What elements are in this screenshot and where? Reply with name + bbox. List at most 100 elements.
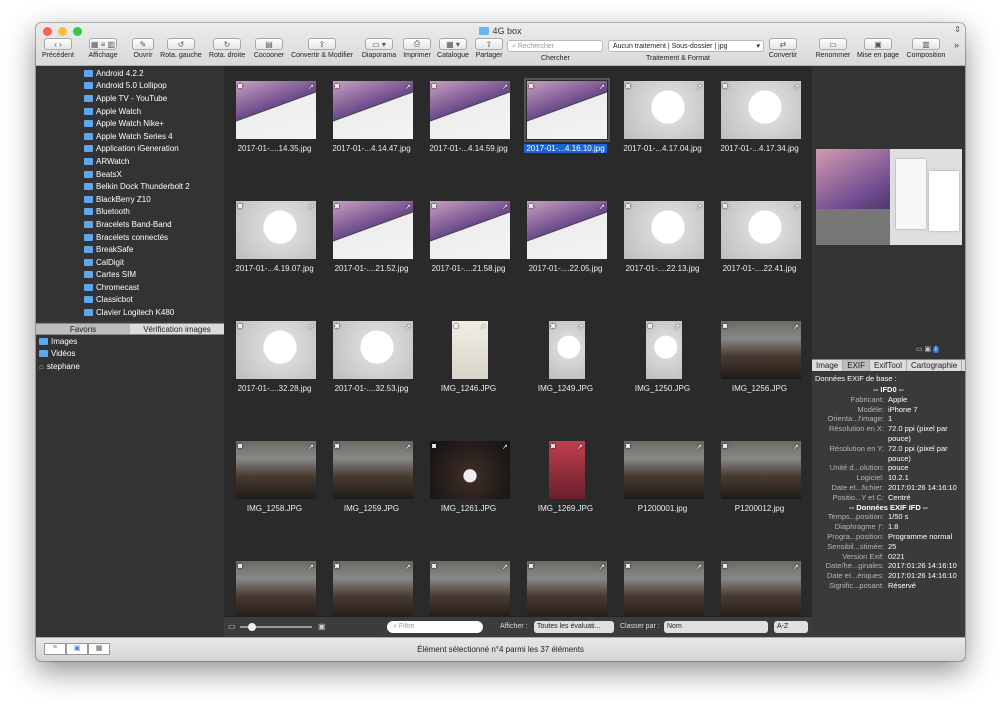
thumbnail-image[interactable] — [721, 201, 801, 259]
thumbnail-item[interactable]: ◙ ↗ P1200012.jpg — [711, 428, 808, 548]
thumbnail-item[interactable]: ◙ ↗ 2017-01-....22.13.jpg — [614, 188, 711, 308]
toolbar-icon[interactable]: ⇧ — [475, 38, 503, 50]
thumbnail-image[interactable] — [430, 441, 510, 499]
folder-item[interactable]: Android 5.0 Lollipop — [36, 80, 224, 93]
thumbnail-image[interactable] — [333, 561, 413, 616]
thumbnail-item[interactable]: ◙ ↗ 2017-01-....21.52.jpg — [323, 188, 420, 308]
folder-item[interactable]: Bracelets Band-Band — [36, 218, 224, 231]
tab-verification-images[interactable]: Vérification images — [130, 324, 224, 334]
folder-item[interactable]: Apple Watch Nike+ — [36, 117, 224, 130]
toolbar-item-3[interactable]: ↺ Rota. gauche — [160, 38, 202, 59]
toolbar-icon[interactable]: ✎ — [132, 38, 154, 50]
folder-item[interactable]: Classicbot — [36, 294, 224, 307]
zoom-slider-knob[interactable] — [248, 623, 256, 631]
toolbar-item-8[interactable]: ⎙ Imprimer — [402, 38, 432, 59]
thumbnail-image[interactable] — [624, 201, 704, 259]
thumbnail-image[interactable] — [624, 441, 704, 499]
tab-favoris[interactable]: Favoris — [36, 324, 130, 334]
toolbar-icon[interactable]: ▥ — [912, 38, 940, 50]
toolbar-icon[interactable]: ⇄ — [769, 38, 797, 50]
toolbar-item-2[interactable]: ✎ Ouvrir — [132, 38, 154, 59]
folder-item[interactable]: Bluetooth — [36, 206, 224, 219]
thumbnail-item[interactable]: ◙ ↗ IMG_1269.JPG — [517, 428, 614, 548]
small-thumb-icon[interactable]: ▭ — [228, 622, 236, 631]
thumbnail-item[interactable]: ◙ ↗ — [517, 548, 614, 616]
toolbar-item-6[interactable]: ⇪ Convertir & Modifier — [288, 38, 356, 59]
toolbar-item-4[interactable]: ↻ Rota. droite — [207, 38, 247, 59]
toolbar-item-14[interactable]: ▥ Composition — [905, 38, 947, 59]
toolbar-icon[interactable]: ‹ › — [44, 38, 72, 50]
overflow-chevron-icon[interactable]: » — [954, 40, 959, 50]
thumbnail-image[interactable] — [721, 441, 801, 499]
thumbnail-item[interactable]: ◙ ↗ 2017-01-...4.17.04.jpg — [614, 68, 711, 188]
thumbnail-item[interactable]: ◙ ↗ 2017-01-...4.19.07.jpg — [226, 188, 323, 308]
large-thumb-icon[interactable]: ▣ — [318, 622, 326, 631]
thumbnail-item[interactable]: ◙ ↗ — [711, 548, 808, 616]
info-icons[interactable]: ▭ ▣ i — [916, 345, 939, 353]
thumbnail-image[interactable] — [333, 201, 413, 259]
thumbnail-image[interactable] — [430, 81, 510, 139]
thumbnail-item[interactable]: ◙ ↗ — [226, 548, 323, 616]
folder-item[interactable]: Comparatif gestionnaire de fenêtres — [36, 319, 224, 322]
thumbnail-item[interactable]: ◙ ↗ 2017-01-....32.53.jpg — [323, 308, 420, 428]
folder-item[interactable]: BlackBerry Z10 — [36, 193, 224, 206]
thumbnail-item[interactable]: ◙ ↗ 2017-01-...4.17.34.jpg — [711, 68, 808, 188]
favorite-item[interactable]: Images — [36, 335, 224, 348]
folder-item[interactable]: BeatsX — [36, 168, 224, 181]
tab-exiftool[interactable]: ExifTool — [870, 360, 908, 371]
folder-item[interactable]: Bracelets connectés — [36, 231, 224, 244]
thumbnail-image[interactable] — [527, 201, 607, 259]
toolbar-item-10[interactable]: ⇧ Partager — [473, 38, 505, 59]
toolbar-icon[interactable]: ↺ — [167, 38, 195, 50]
toolbar-icon[interactable]: ▣ — [864, 38, 892, 50]
thumbnail-image[interactable] — [430, 201, 510, 259]
thumbnail-item[interactable]: ◙ ↗ IMG_1246.JPG — [420, 308, 517, 428]
search-input[interactable]: ⌕ Rechercher — [507, 40, 603, 52]
folder-item[interactable]: Clavier Logitech K480 — [36, 306, 224, 319]
thumbnail-image[interactable] — [236, 321, 316, 379]
toolbar-item-1[interactable]: ▦ ≡ ▥ Affichage — [80, 38, 126, 59]
thumbnail-image[interactable] — [527, 561, 607, 616]
toolbar-icon[interactable]: ▦ ▾ — [439, 38, 467, 50]
toolbar-icon[interactable]: ▭ — [819, 38, 847, 50]
toolbar-item-9[interactable]: ▦ ▾ Catalogue — [436, 38, 470, 59]
thumbnail-item[interactable]: ◙ ↗ P1200001.jpg — [614, 428, 711, 548]
zoom-slider[interactable] — [240, 623, 312, 631]
order-select[interactable]: A-Z — [774, 621, 808, 633]
thumbnail-item[interactable]: ◙ ↗ IMG_1250.JPG — [614, 308, 711, 428]
folder-item[interactable]: Apple Watch — [36, 105, 224, 118]
tab-image[interactable]: Image — [812, 360, 844, 371]
thumbnail-item[interactable]: ◙ ↗ 2017-01-...4.14.59.jpg — [420, 68, 517, 188]
thumbnail-image[interactable] — [721, 321, 801, 379]
folder-item[interactable]: BreakSafe — [36, 243, 224, 256]
thumbnail-image[interactable] — [236, 561, 316, 616]
folder-item[interactable]: Apple TV - YouTube — [36, 92, 224, 105]
toolbar-item-5[interactable]: ▤ Cocooner — [252, 38, 286, 59]
thumbnail-image[interactable] — [236, 81, 316, 139]
folder-item[interactable]: Cartes SIM — [36, 269, 224, 282]
toolbar-icon[interactable]: ⇪ — [308, 38, 336, 50]
toolbar-item-12[interactable]: ▭ Renommer — [815, 38, 851, 59]
thumbnail-item[interactable]: ◙ ↗ 2017-01-....21.58.jpg — [420, 188, 517, 308]
toolbar-item-7[interactable]: ▭ ▾ Diaporama — [361, 38, 397, 59]
thumbnail-item[interactable]: ◙ ↗ 2017-01-....22.41.jpg — [711, 188, 808, 308]
toolbar-icon[interactable]: ▭ ▾ — [365, 38, 393, 50]
show-select[interactable]: Toutes les évaluati... — [534, 621, 614, 633]
thumbnail-image[interactable] — [624, 561, 704, 616]
folder-item[interactable]: ARWatch — [36, 155, 224, 168]
tab-cartographie[interactable]: Cartographie — [907, 360, 963, 371]
toolbar-item-0[interactable]: ‹ › Précédent — [40, 38, 76, 59]
folder-item[interactable]: Application iGeneration — [36, 143, 224, 156]
thumbnail-image[interactable] — [624, 81, 704, 139]
favorite-item[interactable]: ⌂ stephane — [36, 360, 224, 373]
thumbnail-image[interactable] — [721, 81, 801, 139]
thumbnail-image[interactable] — [721, 561, 801, 616]
thumbnail-item[interactable]: ◙ ↗ 2017-01-....32.28.jpg — [226, 308, 323, 428]
folder-item[interactable]: Android 4.2.2 — [36, 67, 224, 80]
sort-select[interactable]: Nom — [664, 621, 768, 633]
toolbar-item-13[interactable]: ▣ Mise en page — [856, 38, 900, 59]
toolbar-icon[interactable]: ↻ — [213, 38, 241, 50]
thumbnail-item[interactable]: ◙ ↗ IMG_1261.JPG — [420, 428, 517, 548]
thumbnail-item[interactable]: ◙ ↗ 2017-01-...4.16.10.jpg — [517, 68, 614, 188]
thumbnail-item[interactable]: ◙ ↗ 2017-01-....14.35.jpg — [226, 68, 323, 188]
